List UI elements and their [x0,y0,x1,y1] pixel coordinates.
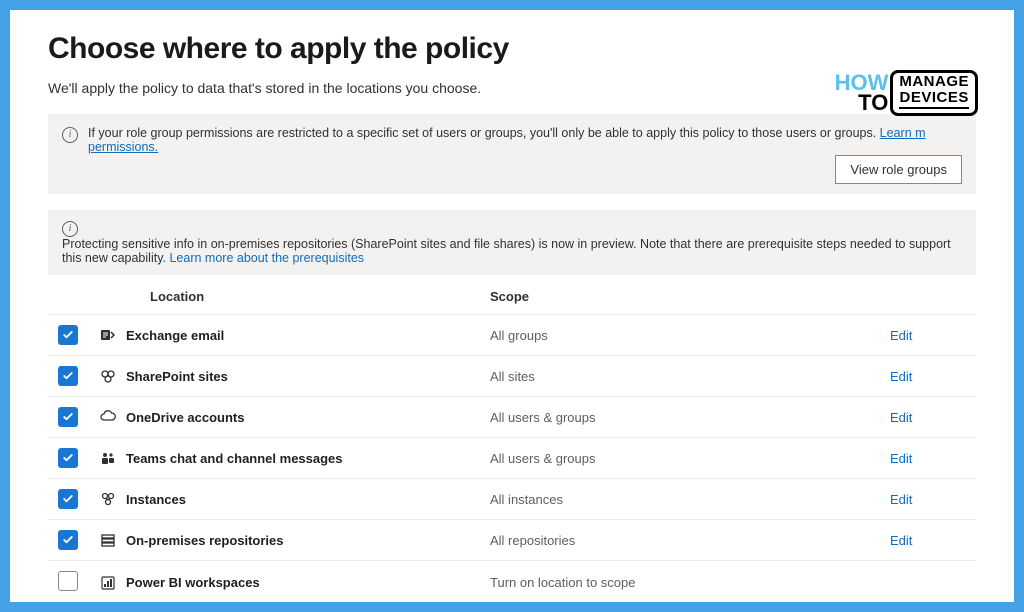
location-checkbox[interactable] [58,489,78,509]
info-icon: i [62,127,78,143]
exchange-icon [100,327,116,343]
table-row: On-premises repositories All repositories… [48,520,976,561]
table-row: Teams chat and channel messages All users… [48,438,976,479]
permissions-link[interactable]: permissions. [88,140,158,154]
location-scope: Turn on location to scope [490,575,890,590]
location-scope: All groups [490,328,890,343]
edit-link[interactable]: Edit [890,492,912,507]
location-name: Exchange email [126,328,224,343]
page-title: Choose where to apply the policy [48,32,976,66]
onprem-icon [100,532,116,548]
info-icon: i [62,221,78,237]
onedrive-icon [100,409,116,425]
preview-banner-text: Protecting sensitive info in on-premises… [62,237,962,265]
table-header: Location Scope [48,277,976,315]
location-checkbox[interactable] [58,571,78,591]
location-name: Teams chat and channel messages [126,451,343,466]
location-name: On-premises repositories [126,533,284,548]
edit-link[interactable]: Edit [890,533,912,548]
location-name: SharePoint sites [126,369,228,384]
view-role-groups-button[interactable]: View role groups [835,155,962,184]
banner-text: If your role group permissions are restr… [88,126,926,154]
learn-more-link[interactable]: Learn m [880,126,926,140]
page-container: Choose where to apply the policy We'll a… [10,10,1014,602]
table-row: OneDrive accounts All users & groupsEdit [48,397,976,438]
sharepoint-icon [100,368,116,384]
locations-table: Location Scope Exchange emailAll groupsE… [48,277,976,602]
table-row: Power BI workspaces Turn on location to s… [48,561,976,602]
location-name: OneDrive accounts [126,410,245,425]
table-row: Instances All instancesEdit [48,479,976,520]
edit-link[interactable]: Edit [890,369,912,384]
location-checkbox[interactable] [58,325,78,345]
header-scope: Scope [490,289,890,304]
preview-banner: i Protecting sensitive info in on-premis… [48,210,976,275]
header-location: Location [100,289,490,304]
location-scope: All users & groups [490,410,890,425]
location-scope: All repositories [490,533,890,548]
location-checkbox[interactable] [58,407,78,427]
edit-link[interactable]: Edit [890,410,912,425]
howto-manage-devices-logo: HOW TO MANAGE DEVICES [835,70,978,116]
location-scope: All sites [490,369,890,384]
edit-link[interactable]: Edit [890,451,912,466]
edit-link[interactable]: Edit [890,328,912,343]
location-scope: All instances [490,492,890,507]
location-name: Power BI workspaces [126,575,260,590]
teams-icon [100,450,116,466]
role-permissions-banner: i If your role group permissions are res… [48,114,976,194]
prerequisites-link[interactable]: Learn more about the prerequisites [169,251,364,265]
powerbi-icon [100,575,116,591]
table-row: Exchange email All groupsEdit [48,315,976,356]
location-checkbox[interactable] [58,448,78,468]
location-scope: All users & groups [490,451,890,466]
instances-icon [100,491,116,507]
location-name: Instances [126,492,186,507]
location-checkbox[interactable] [58,530,78,550]
table-row: SharePoint sites All sitesEdit [48,356,976,397]
location-checkbox[interactable] [58,366,78,386]
